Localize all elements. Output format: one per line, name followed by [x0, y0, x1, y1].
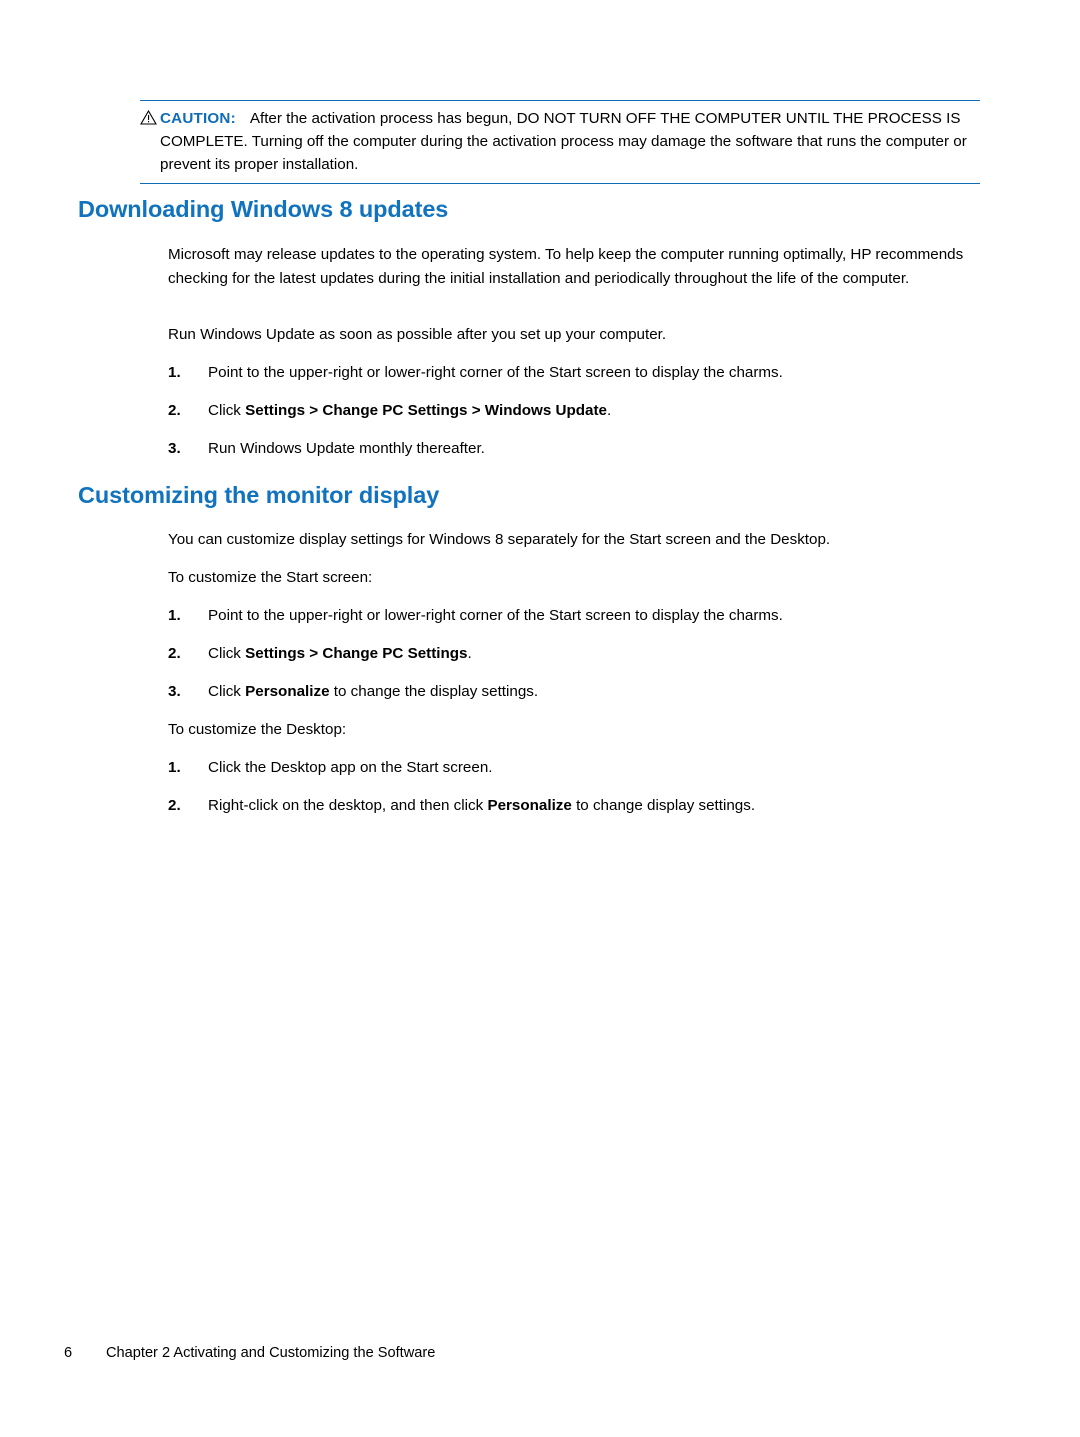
list-item: 3. Click Personalize to change the displ… — [168, 680, 998, 704]
list-item: 2. Click Settings > Change PC Settings >… — [168, 399, 998, 423]
document-page: CAUTION: After the activation process has… — [0, 0, 1080, 1437]
list-item-number: 3. — [168, 683, 181, 700]
list-item: 2. Right-click on the desktop, and then … — [168, 794, 998, 818]
list-item-text: Point to the upper-right or lower-right … — [208, 607, 783, 624]
paragraph-downloading-lead: Run Windows Update as soon as possible a… — [168, 326, 667, 343]
caution-bottom-rule — [140, 183, 980, 184]
paragraph-customize-start-screen-lead: To customize the Start screen: — [168, 569, 373, 586]
list-item-number: 3. — [168, 440, 181, 457]
list-item-text: Click Settings > Change PC Settings > Wi… — [208, 402, 612, 419]
list-item: 2. Click Settings > Change PC Settings. — [168, 642, 998, 666]
list-item-text: Click Settings > Change PC Settings. — [208, 645, 472, 662]
list-item-number: 2. — [168, 797, 181, 814]
footer-page-number: 6 — [64, 1345, 73, 1361]
caution-body: CAUTION: After the activation process has… — [140, 101, 980, 183]
caution-note: CAUTION: After the activation process has… — [140, 100, 980, 184]
list-item-text: Right-click on the desktop, and then cli… — [208, 797, 756, 814]
list-item-text: Run Windows Update monthly thereafter. — [208, 440, 485, 457]
caution-text-block: CAUTION: After the activation process has… — [160, 107, 980, 176]
list-item-text: Click Personalize to change the display … — [208, 683, 539, 700]
heading-customizing-the-monitor-display: Customizing the monitor display — [78, 482, 440, 508]
footer-chapter-text: Chapter 2 Activating and Customizing the… — [106, 1345, 436, 1361]
caution-label: CAUTION: — [160, 110, 236, 127]
list-item-number: 1. — [168, 364, 181, 381]
list-item-number: 2. — [168, 402, 181, 419]
list-item: 1. Point to the upper-right or lower-rig… — [168, 361, 998, 385]
list-item-text: Point to the upper-right or lower-right … — [208, 364, 783, 381]
warning-triangle-icon — [140, 107, 160, 130]
heading-downloading-windows-8-updates: Downloading Windows 8 updates — [78, 196, 449, 222]
list-item-number: 1. — [168, 759, 181, 776]
page-footer: 6 Chapter 2 Activating and Customizing t… — [64, 1345, 435, 1361]
list-item: 3. Run Windows Update monthly thereafter… — [168, 437, 998, 461]
list-item-text: Click the Desktop app on the Start scree… — [208, 759, 493, 776]
paragraph-downloading-intro: Microsoft may release updates to the ope… — [168, 246, 964, 287]
list-item: 1. Point to the upper-right or lower-rig… — [168, 604, 998, 628]
list-item: 1. Click the Desktop app on the Start sc… — [168, 756, 998, 780]
paragraph-customize-desktop-lead: To customize the Desktop: — [168, 721, 347, 738]
caution-text: After the activation process has begun, … — [160, 110, 967, 173]
list-item-number: 2. — [168, 645, 181, 662]
list-item-number: 1. — [168, 607, 181, 624]
paragraph-customizing-intro: You can customize display settings for W… — [168, 531, 831, 548]
